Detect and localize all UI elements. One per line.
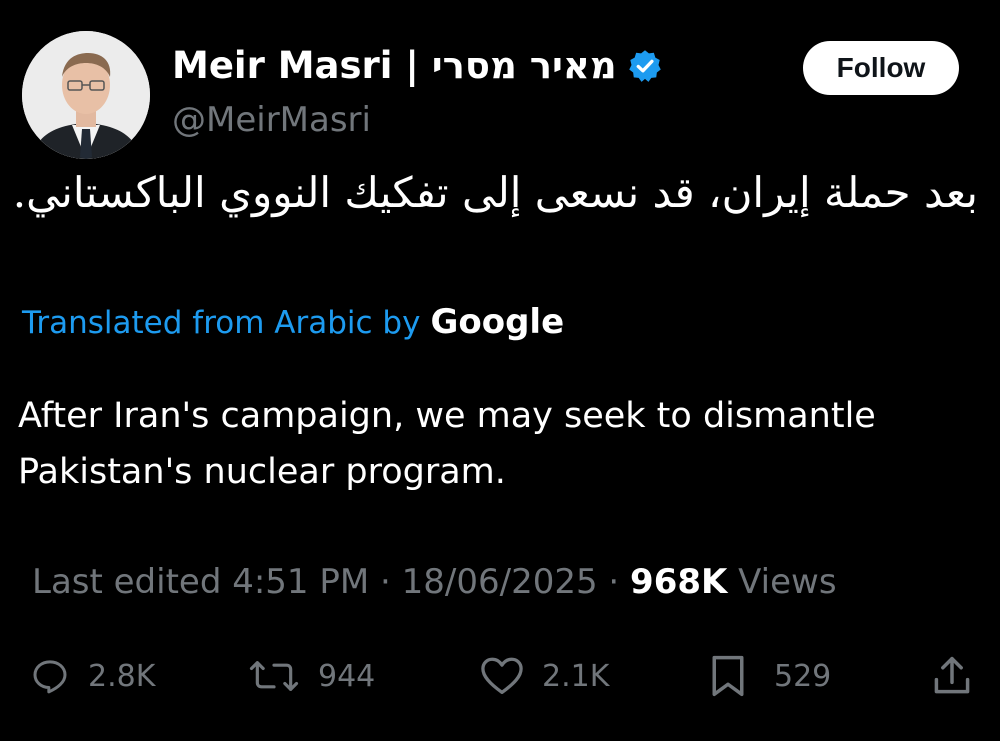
share-button[interactable]: [930, 650, 974, 702]
views-label: Views: [738, 562, 837, 602]
bookmark-icon: [708, 654, 748, 698]
author-name-row[interactable]: Meir Masri | מאיר מסרי: [172, 44, 663, 87]
tweet: Meir Masri | מאיר מסרי @MeirMasri Follow…: [0, 0, 1000, 741]
verified-badge-icon: [627, 48, 663, 84]
share-icon: [930, 654, 974, 698]
action-bar: 2.8K 944 2.1K 529: [0, 650, 1000, 702]
repost-count: 944: [318, 658, 376, 694]
reply-icon: [30, 656, 70, 696]
google-logo: Google: [430, 302, 565, 342]
edited-timestamp[interactable]: Last edited 4:51 PM · 18/06/2025 ·: [32, 562, 619, 602]
repost-icon: [248, 656, 300, 696]
repost-button[interactable]: 944: [248, 650, 375, 702]
reply-count: 2.8K: [88, 658, 156, 694]
avatar-image: [22, 31, 150, 159]
author-handle[interactable]: @MeirMasri: [172, 100, 371, 140]
translation-link[interactable]: Translated from Arabic by: [22, 305, 420, 341]
bookmark-count: 529: [774, 658, 832, 694]
follow-button[interactable]: Follow: [803, 41, 959, 95]
views-count: 968K: [630, 562, 728, 602]
like-button[interactable]: 2.1K: [480, 650, 609, 702]
tweet-translated-text: After Iran's campaign, we may seek to di…: [18, 396, 876, 492]
author-display-name[interactable]: Meir Masri | מאיר מסרי: [172, 44, 617, 87]
like-count: 2.1K: [542, 658, 610, 694]
avatar[interactable]: [22, 31, 150, 159]
reply-button[interactable]: 2.8K: [30, 650, 155, 702]
like-icon: [480, 656, 524, 696]
translation-attribution: Translated from Arabic by Google: [22, 302, 564, 342]
bookmark-button[interactable]: 529: [708, 650, 831, 702]
tweet-meta: Last edited 4:51 PM · 18/06/2025 · 968K …: [32, 562, 837, 602]
tweet-original-text: بعد حملة إيران، قد نسعى إلى تفكيك النووي…: [12, 168, 978, 217]
